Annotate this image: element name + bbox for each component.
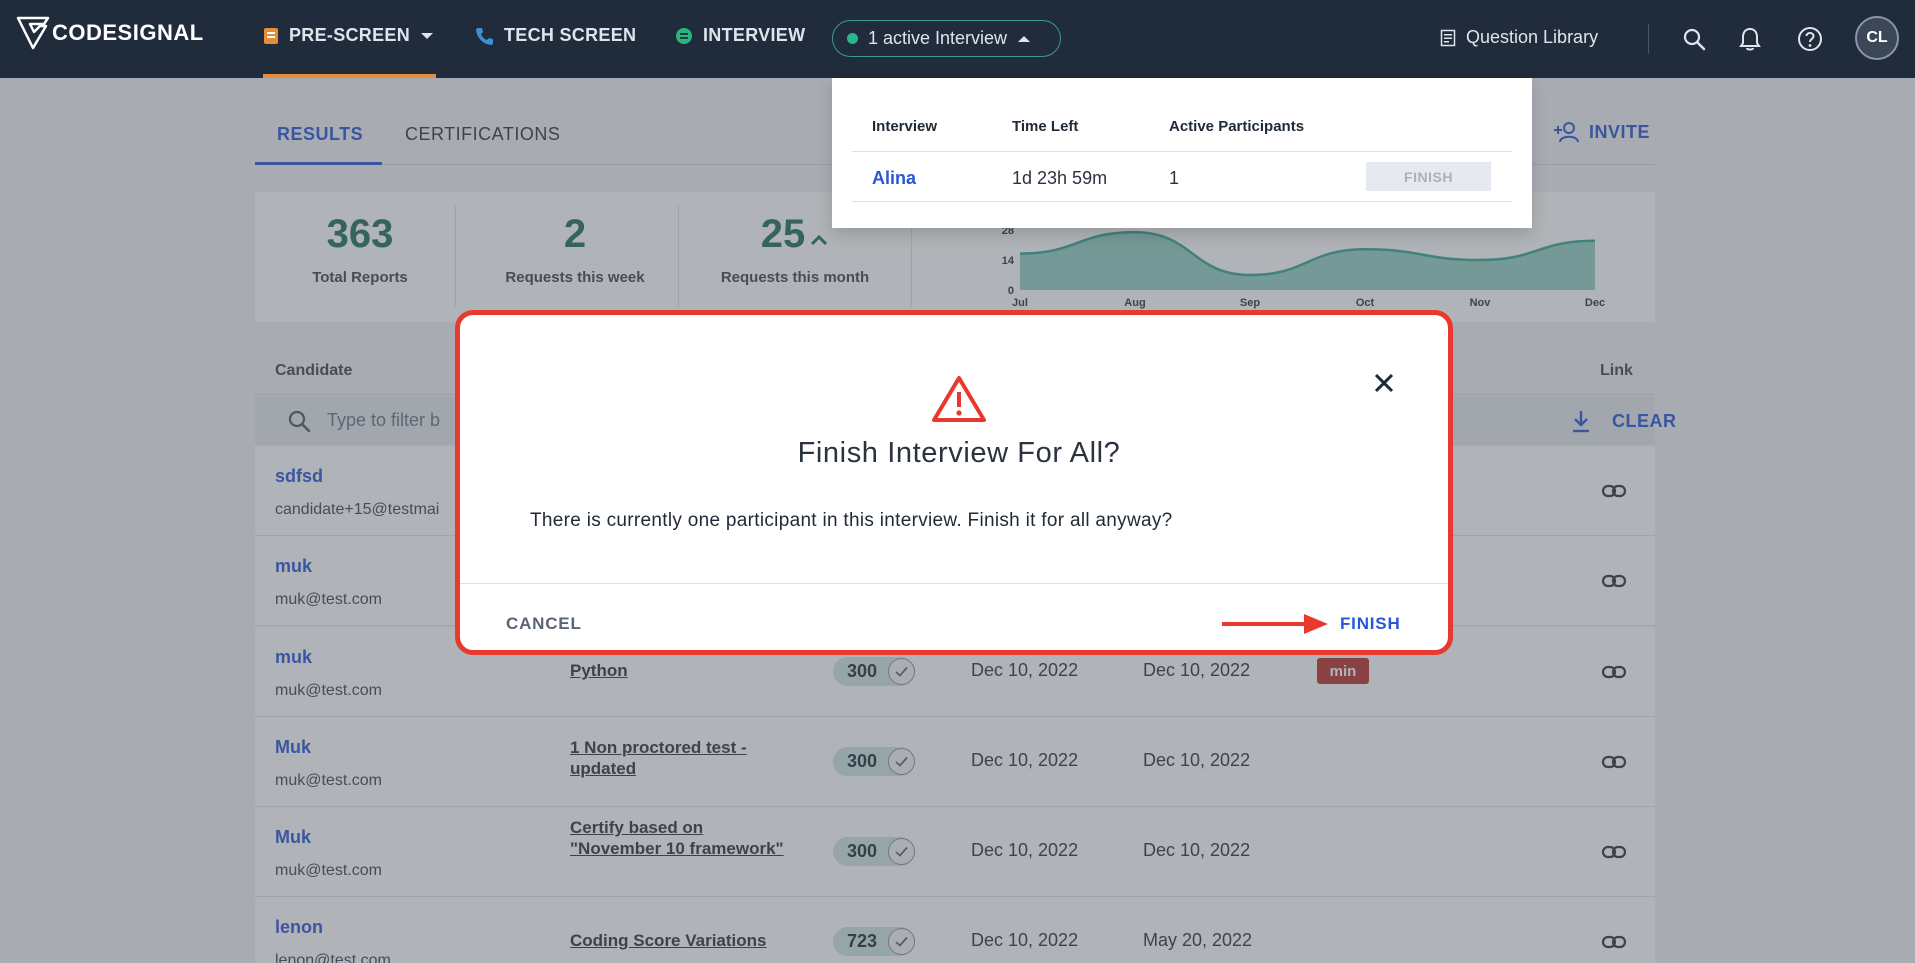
interview-icon [676,27,692,44]
question-library-label: Question Library [1466,27,1599,47]
chevron-up-icon [1018,35,1031,42]
nav-interview[interactable]: INTERVIEW [675,25,805,46]
notifications-button[interactable] [1733,22,1767,56]
dd-col-interview: Interview [872,118,938,135]
nav-prescreen[interactable]: PRE-SCREEN [263,25,434,46]
close-icon[interactable] [1373,372,1395,394]
search-icon [1683,28,1706,51]
dd-divider [852,151,1512,152]
dd-interview-link[interactable]: Alina [872,168,916,189]
active-status-dot [847,33,858,44]
help-icon [1798,27,1822,51]
dd-divider [852,201,1512,202]
modal-divider [460,583,1448,584]
dd-participants: 1 [1169,168,1180,188]
modal-message: There is currently one participant in th… [530,510,1173,531]
nav-interview-label: INTERVIEW [703,25,806,45]
warning-icon [932,376,986,422]
prescreen-icon [264,27,278,44]
nav-techscreen-label: TECH SCREEN [504,25,637,45]
finish-button[interactable]: FINISH [1340,614,1401,634]
codesignal-logo-icon [16,16,50,50]
logo-text: CODESIGNAL [52,20,204,45]
active-interview-dropdown: Interview Time Left Active Participants … [832,78,1532,228]
book-icon [1440,29,1456,46]
nav-divider [1648,24,1649,54]
user-avatar[interactable]: CL [1855,16,1899,60]
help-button[interactable] [1793,22,1827,56]
finish-interview-modal: Finish Interview For All? There is curre… [455,310,1453,655]
cancel-button[interactable]: CANCEL [506,614,582,634]
modal-title: Finish Interview For All? [797,437,1121,469]
active-interview-label: 1 active Interview [868,28,1008,48]
dd-finish-button[interactable]: FINISH [1366,162,1491,191]
dd-col-time-left: Time Left [1012,118,1079,135]
arrow-right-icon [1222,614,1328,634]
nav-prescreen-label: PRE-SCREEN [289,25,411,45]
question-library-link[interactable]: Question Library [1440,27,1598,48]
active-interview-toggle[interactable]: 1 active Interview [832,20,1061,57]
search-button[interactable] [1677,22,1711,56]
top-navbar: CODESIGNAL PRE-SCREEN TECH SCREEN INTERV… [0,0,1915,78]
codesignal-logo[interactable]: CODESIGNAL [16,14,204,52]
bell-icon [1739,27,1761,51]
chevron-down-icon [421,32,434,39]
phone-icon [476,27,493,45]
dd-col-active-participants: Active Participants [1169,118,1305,135]
dd-time-left: 1d 23h 59m [1012,168,1108,188]
nav-techscreen[interactable]: TECH SCREEN [474,25,636,46]
